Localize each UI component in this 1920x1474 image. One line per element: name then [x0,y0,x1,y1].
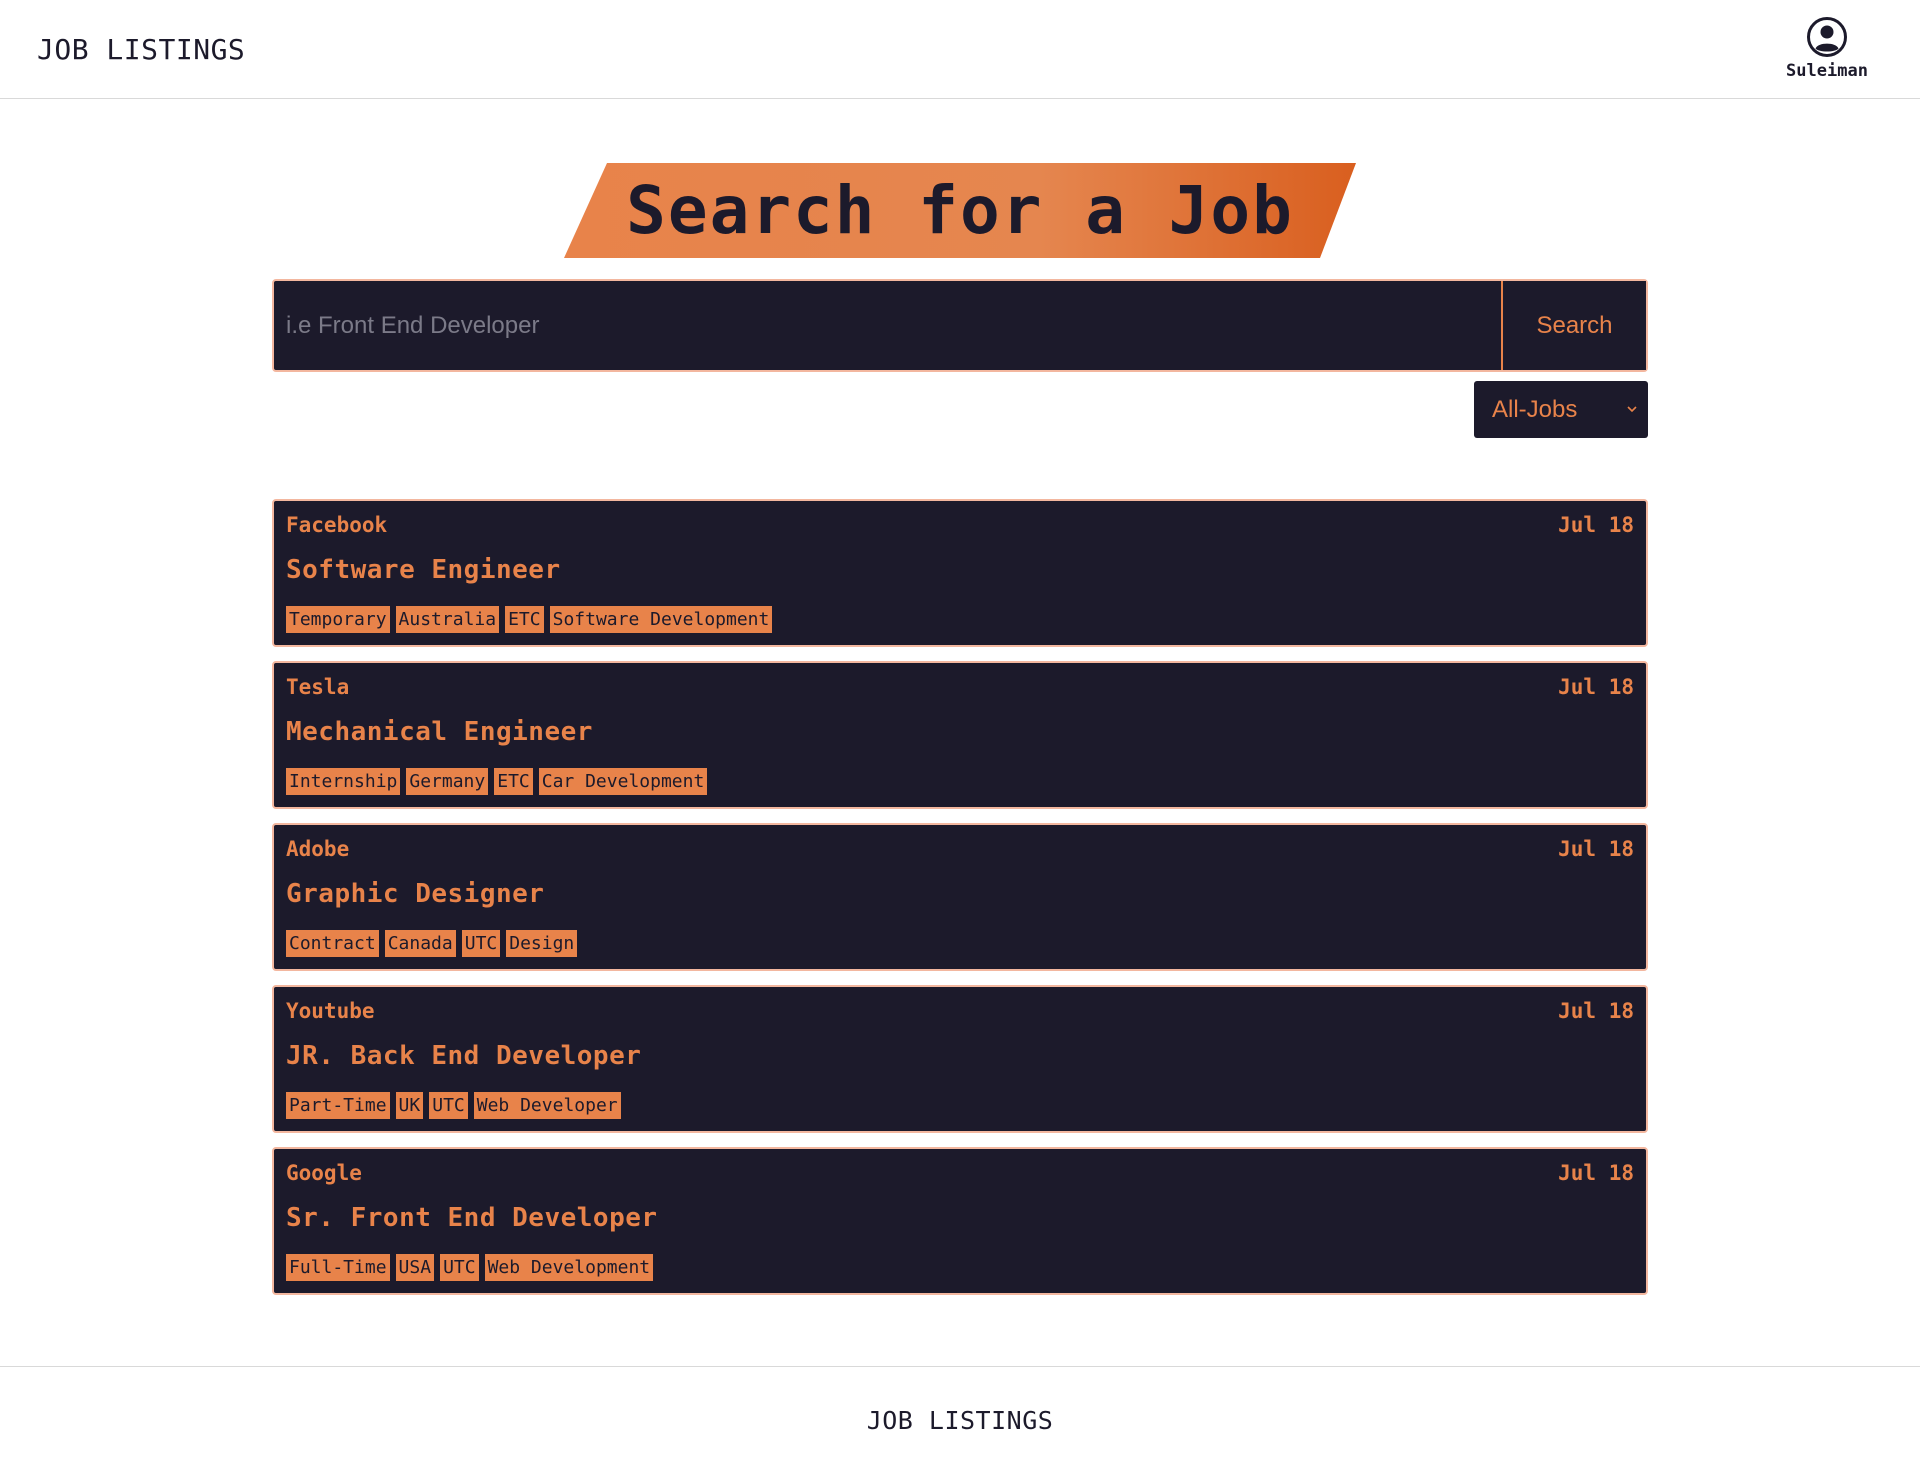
job-card[interactable]: Tesla Jul 18 Mechanical Engineer Interns… [272,661,1648,809]
job-tag[interactable]: Australia [395,606,500,633]
job-date: Jul 18 [1558,1161,1634,1185]
footer-brand: JOB LISTINGS [866,1406,1054,1435]
user-menu[interactable]: Suleiman [1772,16,1882,81]
job-tag[interactable]: Software Development [549,606,773,633]
job-company: Facebook [286,513,388,537]
job-title[interactable]: Software Engineer [286,555,561,585]
job-title[interactable]: JR. Back End Developer [286,1041,641,1071]
job-tag[interactable]: Contract [286,930,379,957]
job-title[interactable]: Mechanical Engineer [286,717,593,747]
job-type-selected: All-Jobs [1492,396,1578,423]
user-name[interactable]: Suleiman [1772,61,1882,81]
job-tag[interactable]: UTC [461,930,501,957]
job-tag[interactable]: UK [395,1092,424,1119]
hero-banner: Search for a Job [564,163,1356,258]
job-company: Youtube [286,999,375,1023]
user-circle-icon[interactable] [1806,16,1848,58]
job-title[interactable]: Sr. Front End Developer [286,1203,658,1233]
search-button[interactable]: Search [1501,281,1646,370]
job-type-select[interactable]: All-Jobs [1474,381,1648,438]
job-date: Jul 18 [1558,999,1634,1023]
job-tag[interactable]: Web Development [484,1254,654,1281]
job-tag[interactable]: Canada [384,930,456,957]
job-tags: Contract Canada UTC Design [286,930,578,957]
job-tag[interactable]: Internship [286,768,401,795]
job-date: Jul 18 [1558,837,1634,861]
job-card[interactable]: Google Jul 18 Sr. Front End Developer Fu… [272,1147,1648,1295]
job-company: Adobe [286,837,350,861]
brand-logo[interactable]: JOB LISTINGS [37,30,245,70]
job-tag[interactable]: Web Developer [473,1092,621,1119]
job-card[interactable]: Youtube Jul 18 JR. Back End Developer Pa… [272,985,1648,1133]
job-tag[interactable]: ETC [505,606,544,633]
chevron-down-icon [1627,406,1637,413]
job-date: Jul 18 [1558,513,1634,537]
job-tags: Part-Time UK UTC Web Developer [286,1092,621,1119]
page-title: Search for a Job [626,172,1294,249]
job-tags: Full-Time USA UTC Web Development [286,1254,654,1281]
job-card[interactable]: Adobe Jul 18 Graphic Designer Contract C… [272,823,1648,971]
job-tag[interactable]: UTC [429,1092,468,1119]
job-company: Google [286,1161,362,1185]
search-bar: Search [272,279,1648,372]
footer: JOB LISTINGS [0,1366,1920,1473]
job-tag[interactable]: Car Development [538,768,708,795]
job-tag[interactable]: Design [506,930,578,957]
job-tag[interactable]: Germany [406,768,489,795]
job-company: Tesla [286,675,350,699]
job-tag[interactable]: USA [395,1254,435,1281]
job-tag[interactable]: ETC [494,768,533,795]
job-tag[interactable]: Full-Time [286,1254,390,1281]
job-tags: Internship Germany ETC Car Development [286,768,708,795]
job-date: Jul 18 [1558,675,1634,699]
job-list: Facebook Jul 18 Software Engineer Tempor… [272,499,1648,1309]
job-card[interactable]: Facebook Jul 18 Software Engineer Tempor… [272,499,1648,647]
job-tag[interactable]: UTC [440,1254,479,1281]
job-tag[interactable]: Part-Time [286,1092,390,1119]
job-title[interactable]: Graphic Designer [286,879,544,909]
top-navbar: JOB LISTINGS Suleiman [0,0,1920,99]
job-tags: Temporary Australia ETC Software Develop… [286,606,773,633]
search-input[interactable] [274,281,1501,370]
job-tag[interactable]: Temporary [286,606,390,633]
